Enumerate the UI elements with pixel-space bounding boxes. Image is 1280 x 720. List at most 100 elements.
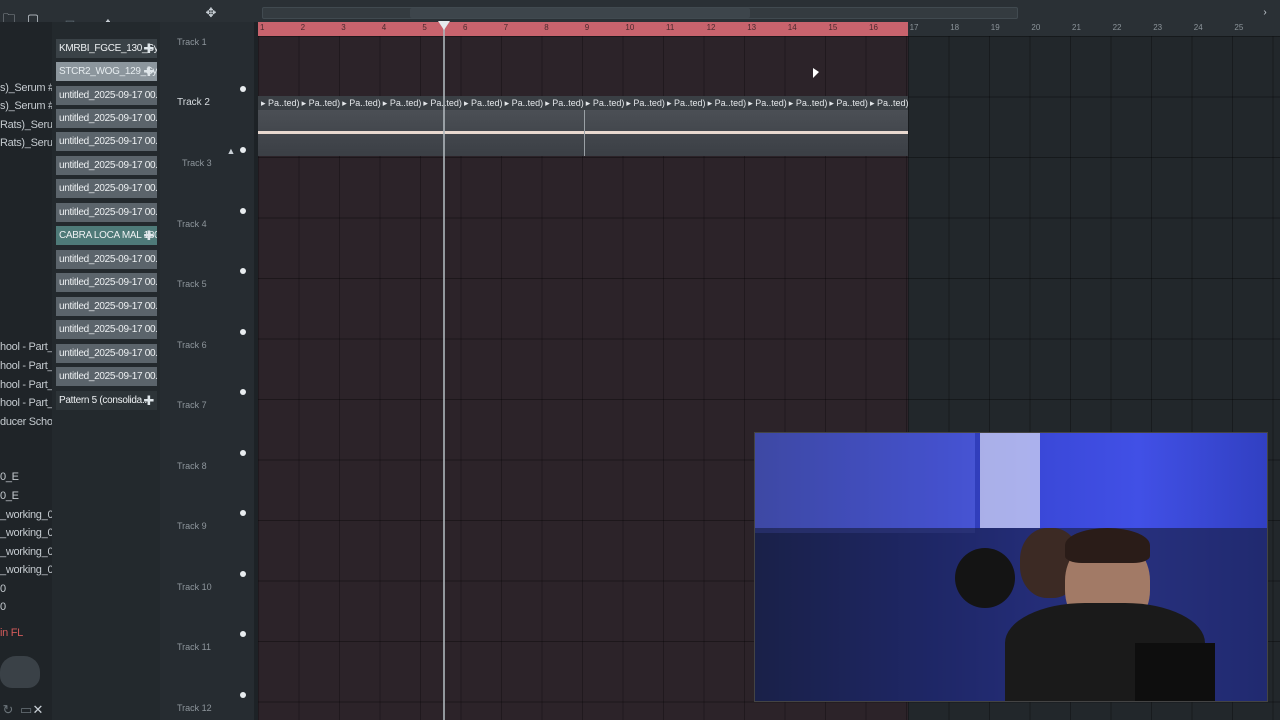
playhead-line[interactable] [443, 22, 445, 720]
picker-clip-label: untitled_2025-09-17 00.. [59, 348, 157, 359]
track-name-9[interactable]: Track 9 [177, 521, 207, 531]
track-name-6[interactable]: Track 6 [177, 340, 207, 350]
track-mute-dot[interactable] [240, 268, 246, 274]
pattern-clip-label[interactable]: ▸ Pa..ted) [545, 98, 584, 109]
pattern-clip-label[interactable]: ▸ Pa..ted) [748, 98, 787, 109]
track-mute-dot[interactable] [240, 692, 246, 698]
browser-item[interactable]: in FL [0, 627, 23, 639]
track-name-5[interactable]: Track 5 [177, 279, 207, 289]
scroll-right-icon[interactable]: › [1260, 6, 1270, 20]
browser-item[interactable]: 0 [0, 583, 6, 595]
track-mute-dot[interactable] [240, 147, 246, 153]
picker-clip-item[interactable]: Pattern 5 (consolida.. ✚ [56, 391, 157, 410]
browser-item[interactable]: s)_Serum #7 [0, 82, 60, 94]
browser-item[interactable]: s)_Serum #7 [0, 100, 60, 112]
ruler-bar-number: 6 [463, 23, 468, 32]
pattern-clip-label[interactable]: ▸ Pa..ted) [505, 98, 544, 109]
browser-item[interactable]: 0_E [0, 490, 19, 502]
add-clip-icon[interactable]: ✚ [143, 391, 154, 410]
browser-item[interactable]: _working_02 [0, 564, 59, 576]
browser-item[interactable]: 0 [0, 601, 6, 613]
close-icon[interactable]: ✕ [32, 703, 44, 717]
ruler-bar-number: 17 [909, 23, 919, 32]
track-name-1[interactable]: Track 1 [177, 37, 207, 47]
picker-clip-item[interactable]: untitled_2025-09-17 00.. [56, 250, 157, 269]
picker-clip-item[interactable]: STCR2_WOG_129_Syn.. ✚ [56, 62, 157, 81]
pattern-clip-label[interactable]: ▸ Pa..ted) [829, 98, 868, 109]
browser-item[interactable]: _working_01 [0, 509, 59, 521]
pattern-clip-label[interactable]: ▸ Pa..ted) [626, 98, 665, 109]
browser-item[interactable]: hool - Part_4 [0, 397, 59, 409]
picker-clip-item[interactable]: KMRBI_FGCE_130_Sy.. ✚ [56, 39, 157, 58]
folder-icon[interactable]: ▭ [20, 703, 32, 717]
track-mute-dot[interactable] [240, 571, 246, 577]
track-name-8[interactable]: Track 8 [177, 461, 207, 471]
track-name-7[interactable]: Track 7 [177, 400, 207, 410]
browser-item[interactable]: _working_02 [0, 546, 59, 558]
picker-clip-label: untitled_2025-09-17 00.. [59, 160, 157, 171]
webcam-overlay [754, 432, 1268, 702]
add-clip-icon[interactable]: ✚ [143, 226, 154, 245]
ruler-bar-number: 9 [584, 23, 590, 32]
collapse-icon[interactable]: ▲ [226, 144, 236, 158]
track-name-12[interactable]: Track 12 [177, 703, 212, 713]
browser-item[interactable]: hool - Part_3 [0, 379, 59, 391]
scrollbar-thumb[interactable] [410, 8, 750, 18]
pattern-clip-label[interactable]: ▸ Pa..ted) [342, 98, 381, 109]
browser-item[interactable]: hool - Part_2 [0, 360, 59, 372]
browser-item[interactable]: _working_01 [0, 527, 59, 539]
browser-item[interactable]: 0_E [0, 471, 19, 483]
snap-icon[interactable]: ✥ [204, 6, 218, 20]
picker-clip-item[interactable]: untitled_2025-09-17 00.. [56, 203, 157, 222]
pattern-clip-label[interactable]: ▸ Pa..ted) [464, 98, 503, 109]
ruler-bar-number: 15 [828, 23, 838, 32]
browser-item[interactable]: hool - Part_1 [0, 341, 59, 353]
track-name-4[interactable]: Track 4 [177, 219, 207, 229]
picker-clip-item[interactable]: untitled_2025-09-17 00.. [56, 273, 157, 292]
picker-clip-item[interactable]: untitled_2025-09-17 00.. [56, 132, 157, 151]
picker-clip-label: untitled_2025-09-17 00.. [59, 324, 157, 335]
picker-clip-label: untitled_2025-09-17 00.. [59, 207, 157, 218]
pattern-clip-label[interactable]: ▸ Pa..ted) [789, 98, 828, 109]
track-mute-dot[interactable] [240, 329, 246, 335]
picker-clip-item[interactable]: CABRA LOCA MAL 180.. ✚ [56, 226, 157, 245]
pattern-clip-label[interactable]: ▸ Pa..ted) [383, 98, 422, 109]
add-clip-icon[interactable]: ✚ [143, 62, 154, 81]
pattern-clip-label[interactable]: ▸ Pa..ted) [261, 98, 300, 109]
track-name-10[interactable]: Track 10 [177, 582, 212, 592]
picker-clip-item[interactable]: untitled_2025-09-17 00.. [56, 344, 157, 363]
track-name-3[interactable]: Track 3 [182, 158, 212, 168]
track-mute-dot[interactable] [240, 389, 246, 395]
picker-clip-item[interactable]: untitled_2025-09-17 00.. [56, 109, 157, 128]
picker-clip-label: untitled_2025-09-17 00.. [59, 277, 157, 288]
picker-clip-item[interactable]: untitled_2025-09-17 00.. [56, 156, 157, 175]
track-mute-dot[interactable] [240, 631, 246, 637]
track-name-2[interactable]: Track 2 [177, 97, 210, 108]
picker-clip-item[interactable]: untitled_2025-09-17 00.. [56, 367, 157, 386]
picker-clip-label: untitled_2025-09-17 00.. [59, 301, 157, 312]
refresh-icon[interactable]: ↻ [2, 703, 14, 717]
track-mute-dot[interactable] [240, 510, 246, 516]
ruler-bar-number: 19 [990, 23, 1000, 32]
track-name-11[interactable]: Track 11 [177, 642, 211, 652]
track-mute-dot[interactable] [240, 208, 246, 214]
timeline-ruler-selected[interactable] [258, 22, 908, 36]
audio-waveform [258, 131, 908, 134]
pattern-clip-label[interactable]: ▸ Pa..ted) [667, 98, 706, 109]
ruler-bar-number: 2 [300, 23, 306, 32]
pattern-clip-label[interactable]: ▸ Pa..ted) [302, 98, 341, 109]
track-header-column [160, 22, 254, 720]
playhead-marker-icon[interactable] [438, 21, 450, 30]
ruler-bar-number: 18 [950, 23, 960, 32]
picker-clip-item[interactable]: untitled_2025-09-17 00.. [56, 179, 157, 198]
picker-clip-item[interactable]: untitled_2025-09-17 00.. [56, 297, 157, 316]
track-mute-dot[interactable] [240, 450, 246, 456]
picker-clip-item[interactable]: untitled_2025-09-17 00.. [56, 320, 157, 339]
pattern-clip-label[interactable]: ▸ Pa..ted) [708, 98, 747, 109]
pattern-clip-label[interactable]: ▸ Pa..ted) [870, 98, 909, 109]
timeline-ruler[interactable] [908, 22, 1280, 36]
track-mute-dot[interactable] [240, 86, 246, 92]
pattern-clip-label[interactable]: ▸ Pa..ted) [586, 98, 625, 109]
add-clip-icon[interactable]: ✚ [143, 39, 154, 58]
picker-clip-item[interactable]: untitled_2025-09-17 00.. [56, 86, 157, 105]
